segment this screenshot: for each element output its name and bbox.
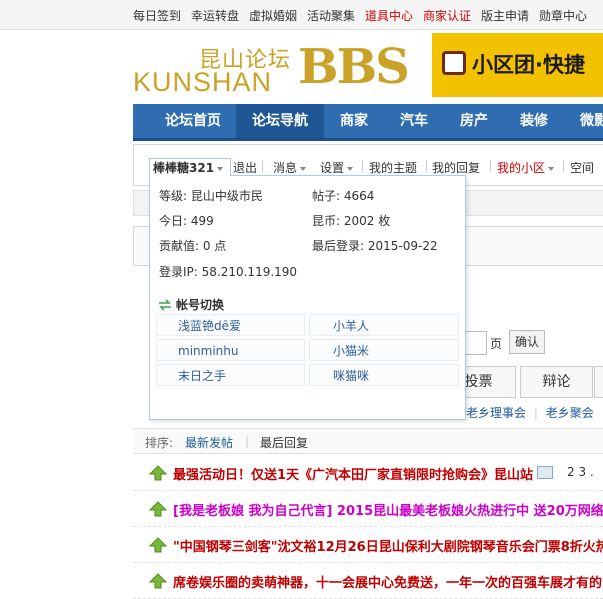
contribution-value: 贡献值: 0 点 [159, 239, 227, 253]
table-row[interactable]: 席卷娱乐圈的卖萌神器，十一会展中心免费送，一年一次的百强车展才有的 [133, 564, 603, 599]
chevron-down-icon [347, 166, 354, 171]
table-row[interactable]: "中国钢琴三剑客"沈文裕12月26日昆山保利大剧院钢琴音乐会门票8折火热 [133, 528, 603, 563]
house-icon [442, 51, 466, 75]
toplink-merchant-cert[interactable]: 商家认证 [423, 7, 471, 24]
messages-label: 消息 [273, 161, 298, 175]
image-attachment-icon [537, 466, 553, 479]
page-number-input[interactable] [463, 331, 487, 355]
chevron-down-icon [548, 166, 555, 171]
thread-title[interactable]: 最强活动日！仅送1天《广汽本田厂家直销限时抢购会》昆山站 [173, 464, 533, 483]
divider: | [245, 434, 250, 448]
toplink-checkin[interactable]: 每日签到 [133, 7, 181, 24]
toplink-virtual-marriage[interactable]: 虚拟婚姻 [249, 7, 297, 24]
page-suffix-label: 页 [490, 337, 503, 351]
nav-tab-micro[interactable]: 微影 [564, 104, 603, 138]
banner-text: 小区团·快捷 [472, 53, 585, 77]
logo-en-text: KUNSHAN [133, 67, 273, 97]
thread-title[interactable]: "中国钢琴三剑客"沈文裕12月26日昆山保利大剧院钢琴音乐会门票8折火热 [173, 536, 603, 555]
nav-tab-cars[interactable]: 汽车 [384, 104, 444, 138]
toplink-moderator-apply[interactable]: 版主申请 [481, 7, 529, 24]
logo-bbs-text: BBS [298, 39, 410, 95]
site-logo[interactable]: 昆山论坛 KUNSHAN BBS [133, 39, 413, 97]
thread-up-icon [148, 537, 168, 553]
toplink-lucky-wheel[interactable]: 幸运转盘 [191, 7, 239, 24]
chevron-down-icon [300, 166, 307, 171]
account-switch-heading: 帐号切换 [158, 296, 224, 313]
nav-tab-decoration[interactable]: 装修 [504, 104, 564, 138]
link-fellow-gathering[interactable]: 老乡聚会 [546, 406, 594, 420]
more-button[interactable] [594, 366, 603, 398]
username-menu[interactable]: 棒棒糖321 [149, 158, 231, 177]
chevron-down-icon [217, 166, 224, 171]
messages-menu[interactable]: 消息 [273, 159, 307, 176]
page-confirm-button[interactable]: 确认 [509, 330, 545, 354]
sort-latest-reply-link[interactable]: 最后回复 [260, 434, 308, 451]
link-fellow-council[interactable]: 老乡理事会 [466, 406, 526, 420]
toplink-medals[interactable]: 勋章中心 [539, 7, 587, 24]
my-community-label: 我的小区 [497, 161, 546, 175]
divider [362, 160, 363, 172]
sort-newest-link[interactable]: 最新发帖 [185, 434, 233, 451]
posts-count: 帖子: 4664 [312, 189, 375, 203]
thread-up-icon [148, 573, 168, 589]
top-links-bar: 每日签到 幸运转盘 虚拟婚姻 活动聚集 道具中心 商家认证 版主申请 勋章中心 [0, 0, 603, 30]
level-text: 等级: 昆山中级市民 [159, 189, 263, 203]
switch-account-item[interactable]: 末日之手 [156, 364, 305, 386]
logout-link[interactable]: 退出 [233, 159, 257, 176]
toplink-events[interactable]: 活动聚集 [307, 7, 355, 24]
settings-menu[interactable]: 设置 [320, 159, 354, 176]
my-community-menu[interactable]: 我的小区 [497, 159, 555, 176]
last-login: 最后登录: 2015-09-22 [312, 239, 438, 253]
table-row[interactable]: 最强活动日！仅送1天《广汽本田厂家直销限时抢购会》昆山站 2 3 . [133, 456, 603, 491]
main-nav: 论坛首页 论坛导航 商家 汽车 房产 装修 微影 [133, 104, 603, 141]
banner-ad[interactable]: 小区团·快捷 [432, 33, 603, 97]
login-ip: 登录IP: 58.210.119.190 [159, 265, 298, 279]
thread-title[interactable]: [我是老板娘 我为自己代言] 2015昆山最美老板娘火热进行中 送20万网络推 [173, 500, 603, 519]
coins-count: 昆币: 2002 枚 [312, 214, 391, 228]
space-link[interactable]: 空间 [570, 159, 594, 176]
toplink-props[interactable]: 道具中心 [365, 7, 413, 24]
today-count: 今日: 499 [159, 214, 214, 228]
username-label: 棒棒糖321 [153, 161, 215, 175]
user-profile-dropdown: 等级: 昆山中级市民 帖子: 4664 今日: 499 昆币: 2002 枚 贡… [149, 175, 466, 420]
switch-account-item[interactable]: 小羊人 [309, 314, 459, 336]
thread-up-icon [148, 501, 168, 517]
thread-title[interactable]: 席卷娱乐圈的卖萌神器，十一会展中心免费送，一年一次的百强车展才有的 [173, 572, 602, 591]
table-row[interactable]: [我是老板娘 我为自己代言] 2015昆山最美老板娘火热进行中 送20万网络推 [133, 492, 603, 527]
account-switch-label: 帐号切换 [176, 298, 225, 312]
thread-pages[interactable]: 2 3 . [567, 465, 594, 479]
divider [563, 160, 564, 172]
switch-arrows-icon [159, 299, 171, 311]
nav-tab-navigation[interactable]: 论坛导航 [236, 104, 324, 138]
nav-tab-housing[interactable]: 房产 [444, 104, 504, 138]
divider [490, 160, 491, 172]
divider: | [533, 406, 538, 420]
nav-tab-merchants[interactable]: 商家 [324, 104, 384, 138]
my-replies-link[interactable]: 我的回复 [432, 159, 480, 176]
switch-account-item[interactable]: 浅蓝铯dē爱 [156, 314, 305, 336]
my-topics-link[interactable]: 我的主题 [369, 159, 417, 176]
divider [426, 160, 427, 172]
switch-account-item[interactable]: minminhu [156, 339, 305, 361]
debate-button[interactable]: 辩论 [520, 366, 593, 398]
sort-label: 排序: [145, 436, 174, 450]
settings-label: 设置 [320, 161, 345, 175]
divider [262, 160, 263, 172]
switch-account-item[interactable]: 小猫米 [309, 339, 459, 361]
nav-tab-home[interactable]: 论坛首页 [150, 104, 236, 138]
thread-up-icon [148, 465, 168, 481]
sort-bar: 排序: 最新发帖 | 最后回复 [133, 428, 603, 454]
switch-account-item[interactable]: 咪猫咪 [309, 364, 459, 386]
forum-links: 老乡理事会 | 老乡聚会 [466, 404, 594, 421]
